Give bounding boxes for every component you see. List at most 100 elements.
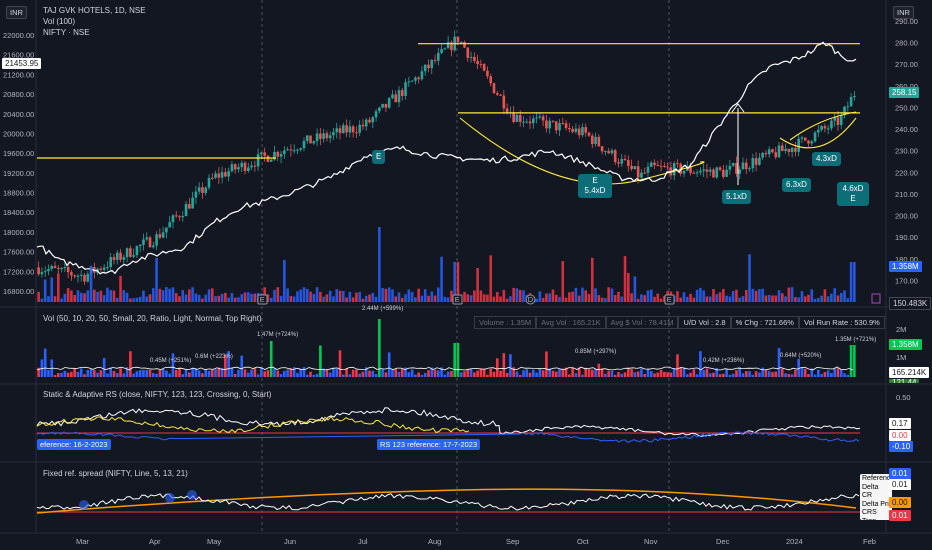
volume-bar	[705, 368, 709, 377]
volume-average-line	[36, 366, 854, 371]
volume-bar	[702, 290, 705, 302]
candle-body	[404, 82, 407, 96]
volume-bar	[545, 351, 548, 377]
volume-bar	[286, 369, 289, 377]
candle-body	[463, 42, 466, 48]
candle-body	[204, 187, 208, 194]
right-currency-label[interactable]: INR	[893, 6, 914, 19]
volume-bar	[571, 367, 574, 377]
volume-bar	[250, 369, 253, 377]
volume-bar	[86, 369, 90, 377]
candle-body	[479, 64, 483, 66]
volume-bar	[427, 370, 430, 377]
left-currency-label[interactable]: INR	[6, 6, 27, 19]
candle-body	[237, 167, 240, 170]
volume-bar	[155, 257, 158, 302]
volume-bar	[817, 298, 820, 302]
candle-body	[600, 146, 604, 152]
volume-bar	[830, 373, 833, 377]
volume-bar	[217, 295, 221, 302]
rs-blue-badge: -0.10	[889, 441, 914, 452]
candle-body	[440, 49, 443, 53]
volume-bar	[663, 371, 666, 377]
volume-bar	[342, 374, 345, 377]
candle-body	[636, 166, 640, 178]
candle-body	[155, 234, 158, 246]
candle-body	[256, 154, 260, 167]
volume-bar	[522, 290, 525, 302]
candle-body	[83, 274, 86, 282]
volume-bar	[230, 367, 234, 377]
volume-bar	[345, 297, 348, 302]
volume-bar	[273, 368, 276, 377]
volume-bar	[646, 368, 650, 377]
candle-body	[233, 164, 237, 170]
volume-bar	[646, 290, 650, 302]
volume-bar	[613, 295, 617, 302]
volume-bar	[96, 291, 99, 302]
candle-body	[407, 81, 411, 83]
volume-bar	[499, 370, 502, 377]
volume-pane-title: Vol (50, 10, 20, 50, Small, 20, Ratio, L…	[43, 314, 262, 323]
volume-bar	[610, 371, 614, 377]
candle-body	[476, 60, 479, 65]
time-axis-label: Apr	[149, 537, 161, 546]
candle-body	[76, 275, 80, 277]
volume-bar	[53, 296, 57, 302]
chart-workspace: 22000.00 21600.00 21200.00 20800.00 20400.00…	[0, 0, 932, 550]
candle-body	[355, 132, 358, 134]
volume-bar	[551, 289, 555, 302]
volume-axis-tick: 2M	[896, 325, 907, 334]
volume-bar	[685, 296, 689, 302]
candle-body	[495, 93, 499, 95]
event-marker-letter: E	[260, 295, 265, 304]
candle-body	[751, 158, 755, 169]
volume-bar	[201, 298, 204, 302]
candle-body	[289, 149, 293, 151]
candle-body	[250, 165, 253, 168]
volume-bar	[807, 374, 810, 377]
volume-bar	[387, 352, 391, 377]
volume-bar	[718, 292, 722, 302]
volume-bar	[384, 288, 388, 302]
volume-bar	[754, 371, 758, 377]
candle-body	[214, 173, 217, 178]
candle-body	[666, 166, 669, 168]
volume-bar	[725, 369, 728, 377]
volume-bar	[99, 290, 103, 302]
volume-bar	[378, 319, 381, 377]
candle-body	[718, 167, 722, 170]
volume-bar	[469, 368, 473, 377]
volume-bar	[446, 297, 450, 302]
candle-body	[319, 133, 322, 139]
volume-bar	[322, 296, 325, 302]
avg-volume-badge: 150.483K	[889, 297, 932, 310]
volume-bar	[194, 293, 198, 302]
volume-bar	[191, 287, 194, 302]
volume-bar	[40, 298, 44, 302]
volume-bar	[319, 345, 322, 377]
spread-legend-item: Delta CR	[862, 483, 879, 500]
volume-bar	[826, 370, 830, 377]
volume-bar	[561, 368, 565, 377]
volume-bar	[387, 287, 391, 302]
candle-body	[387, 98, 391, 108]
volume-bar	[456, 343, 460, 377]
candle-body	[646, 166, 650, 173]
volume-bar	[73, 294, 76, 302]
candle-body	[161, 232, 165, 238]
candle-body	[813, 132, 817, 142]
volume-bar	[73, 368, 76, 377]
volume-bar	[174, 293, 178, 302]
volume-bar	[541, 297, 545, 302]
volume-bar	[276, 370, 280, 377]
candle-body	[630, 165, 633, 169]
left-axis-tick: 19200.00	[3, 169, 34, 178]
volume-bar	[820, 374, 823, 377]
candle-body	[548, 120, 551, 129]
nifty-legend: NIFTY · NSE	[43, 28, 90, 37]
volume-bar	[328, 290, 332, 302]
volume-bar	[620, 373, 624, 377]
candle-body	[178, 216, 181, 218]
chart-canvas[interactable]: 22000.0021600.0021200.0020800.0020400.00…	[0, 0, 932, 550]
